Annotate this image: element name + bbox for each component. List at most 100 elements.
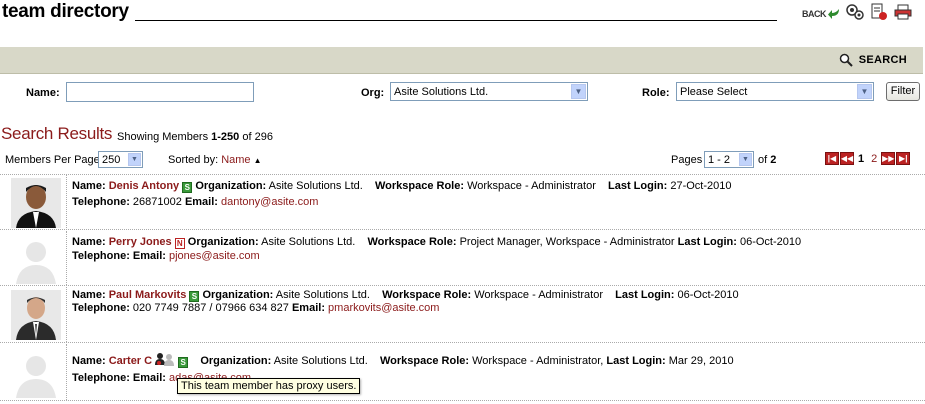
role-select-value: Please Select (680, 86, 748, 98)
header-tools: BACK (802, 2, 913, 22)
email-link[interactable]: pjones@asite.com (169, 250, 260, 262)
member-photo[interactable] (11, 290, 61, 340)
email-link[interactable]: dantony@asite.com (221, 196, 318, 208)
total-pages: of 2 (758, 154, 776, 166)
workspace-role-value: Workspace - Administrator, (472, 355, 604, 367)
name-label: Name: (72, 180, 106, 192)
back-label: BACK (802, 9, 827, 19)
status-badge: S (182, 182, 193, 193)
organization-label: Organization: (202, 289, 274, 301)
organization-value: Asite Solutions Ltd. (268, 180, 363, 192)
page-number-link[interactable]: 2 (868, 153, 880, 165)
next-page-icon[interactable]: ▶▶ (881, 152, 896, 165)
filter-button[interactable]: Filter (886, 82, 920, 101)
workspace-role-label: Workspace Role: (367, 236, 457, 248)
chevron-down-icon: ▼ (739, 153, 752, 166)
showing-total: of 296 (242, 131, 273, 143)
member-info: Name: Carter C S Organization: Asite Sol… (72, 352, 734, 384)
member-row: Name: Denis Antony S Organization: Asite… (0, 174, 925, 230)
name-label: Name: (72, 236, 106, 248)
sorted-by-label: Sorted by: (168, 154, 219, 166)
org-select[interactable]: Asite Solutions Ltd. ▼ (390, 82, 588, 101)
photo-cell (4, 344, 67, 400)
workspace-role-value: Project Manager, Workspace - Administrat… (459, 236, 675, 248)
name-input[interactable] (66, 82, 254, 102)
proxy-users-icon[interactable] (155, 352, 175, 366)
results-toolbar: Members Per Page 250 ▼ Sorted by: Name ▲… (0, 150, 925, 170)
organization-value: Asite Solutions Ltd. (261, 236, 356, 248)
member-info: Name: Paul Markovits S Organization: Asi… (72, 289, 739, 314)
export-document-icon[interactable] (869, 2, 889, 22)
telephone-label: Telephone: (72, 372, 130, 384)
member-name-link[interactable]: Perry Jones (109, 236, 172, 248)
workspace-role-value: Workspace - Administrator (474, 289, 604, 301)
telephone-label: Telephone: (72, 302, 130, 314)
last-login-value: 06-Oct-2010 (739, 236, 802, 248)
last-page-icon[interactable]: ▶| (896, 152, 911, 165)
default-avatar-icon[interactable] (11, 348, 61, 398)
email-link[interactable]: pmarkovits@asite.com (328, 302, 439, 314)
member-row: Name: Paul Markovits S Organization: Asi… (0, 287, 925, 343)
organization-value: Asite Solutions Ltd. (275, 289, 370, 301)
organization-value: Asite Solutions Ltd. (273, 355, 368, 367)
member-info: Name: Perry Jones N Organization: Asite … (72, 236, 801, 262)
organization-label: Organization: (200, 355, 272, 367)
back-button[interactable]: BACK (802, 8, 841, 20)
pages-select[interactable]: 1 - 2 ▼ (704, 151, 754, 168)
workspace-role-value: Workspace - Administrator (467, 180, 596, 192)
team-settings-icon[interactable] (845, 2, 865, 22)
members-per-page-value: 250 (102, 154, 121, 166)
showing-range: 1-250 (211, 131, 240, 143)
total-pages-value: 2 (770, 154, 777, 166)
search-bar: SEARCH (0, 47, 923, 74)
chevron-down-icon: ▼ (857, 84, 872, 99)
sort-field-link[interactable]: Name (221, 154, 250, 166)
page-title: team directory (2, 1, 129, 22)
telephone-value: 26871002 (132, 196, 182, 208)
status-badge: S (189, 291, 200, 302)
member-photo[interactable] (11, 178, 61, 228)
member-name-link[interactable]: Carter C (109, 355, 152, 367)
last-login-value: 27-Oct-2010 (670, 180, 732, 192)
photo-cell (4, 231, 67, 285)
role-filter-label: Role: (642, 87, 670, 99)
role-select[interactable]: Please Select ▼ (676, 82, 874, 101)
email-label: Email: (132, 250, 166, 262)
default-avatar-icon[interactable] (11, 234, 61, 284)
email-label: Email: (132, 372, 166, 384)
pages-label: Pages (671, 154, 703, 166)
last-login-label: Last Login: (608, 180, 668, 192)
telephone-label: Telephone: (72, 250, 130, 262)
chevron-down-icon: ▼ (571, 84, 586, 99)
results-title: Search Results (1, 124, 113, 143)
filter-row: Name: Org: Asite Solutions Ltd. ▼ Role: … (0, 75, 925, 109)
workspace-role-label: Workspace Role: (379, 355, 470, 367)
title-divider (135, 20, 777, 21)
header: team directory BACK (0, 0, 925, 26)
member-name-link[interactable]: Paul Markovits (109, 289, 187, 301)
last-login-label: Last Login: (677, 236, 737, 248)
email-label: Email: (291, 302, 325, 314)
workspace-role-label: Workspace Role: (382, 289, 472, 301)
previous-page-icon[interactable]: ◀◀ (840, 152, 854, 165)
telephone-label: Telephone: (72, 196, 130, 208)
organization-label: Organization: (195, 180, 267, 192)
first-page-icon[interactable]: |◀ (825, 152, 839, 165)
print-icon[interactable] (893, 2, 913, 22)
photo-cell (4, 175, 67, 230)
members-per-page-select[interactable]: 250 ▼ (98, 151, 143, 168)
name-label: Name: (72, 355, 106, 367)
page-number-current: 1 (858, 152, 865, 165)
status-badge: N (174, 238, 185, 249)
member-name-link[interactable]: Denis Antony (109, 180, 180, 192)
search-button[interactable]: SEARCH (839, 53, 907, 67)
member-info: Name: Denis Antony S Organization: Asite… (72, 180, 732, 208)
chevron-down-icon: ▼ (128, 153, 141, 166)
member-row: Name: Carter C S Organization: Asite Sol… (0, 344, 925, 401)
pages-select-value: 1 - 2 (708, 154, 731, 166)
name-label: Name: (72, 289, 106, 301)
photo-cell (4, 287, 67, 342)
member-row: Name: Perry Jones N Organization: Asite … (0, 231, 925, 286)
status-badge: S (178, 357, 189, 368)
pagination: |◀ ◀◀ 1 2 ▶▶ ▶| (825, 152, 911, 165)
